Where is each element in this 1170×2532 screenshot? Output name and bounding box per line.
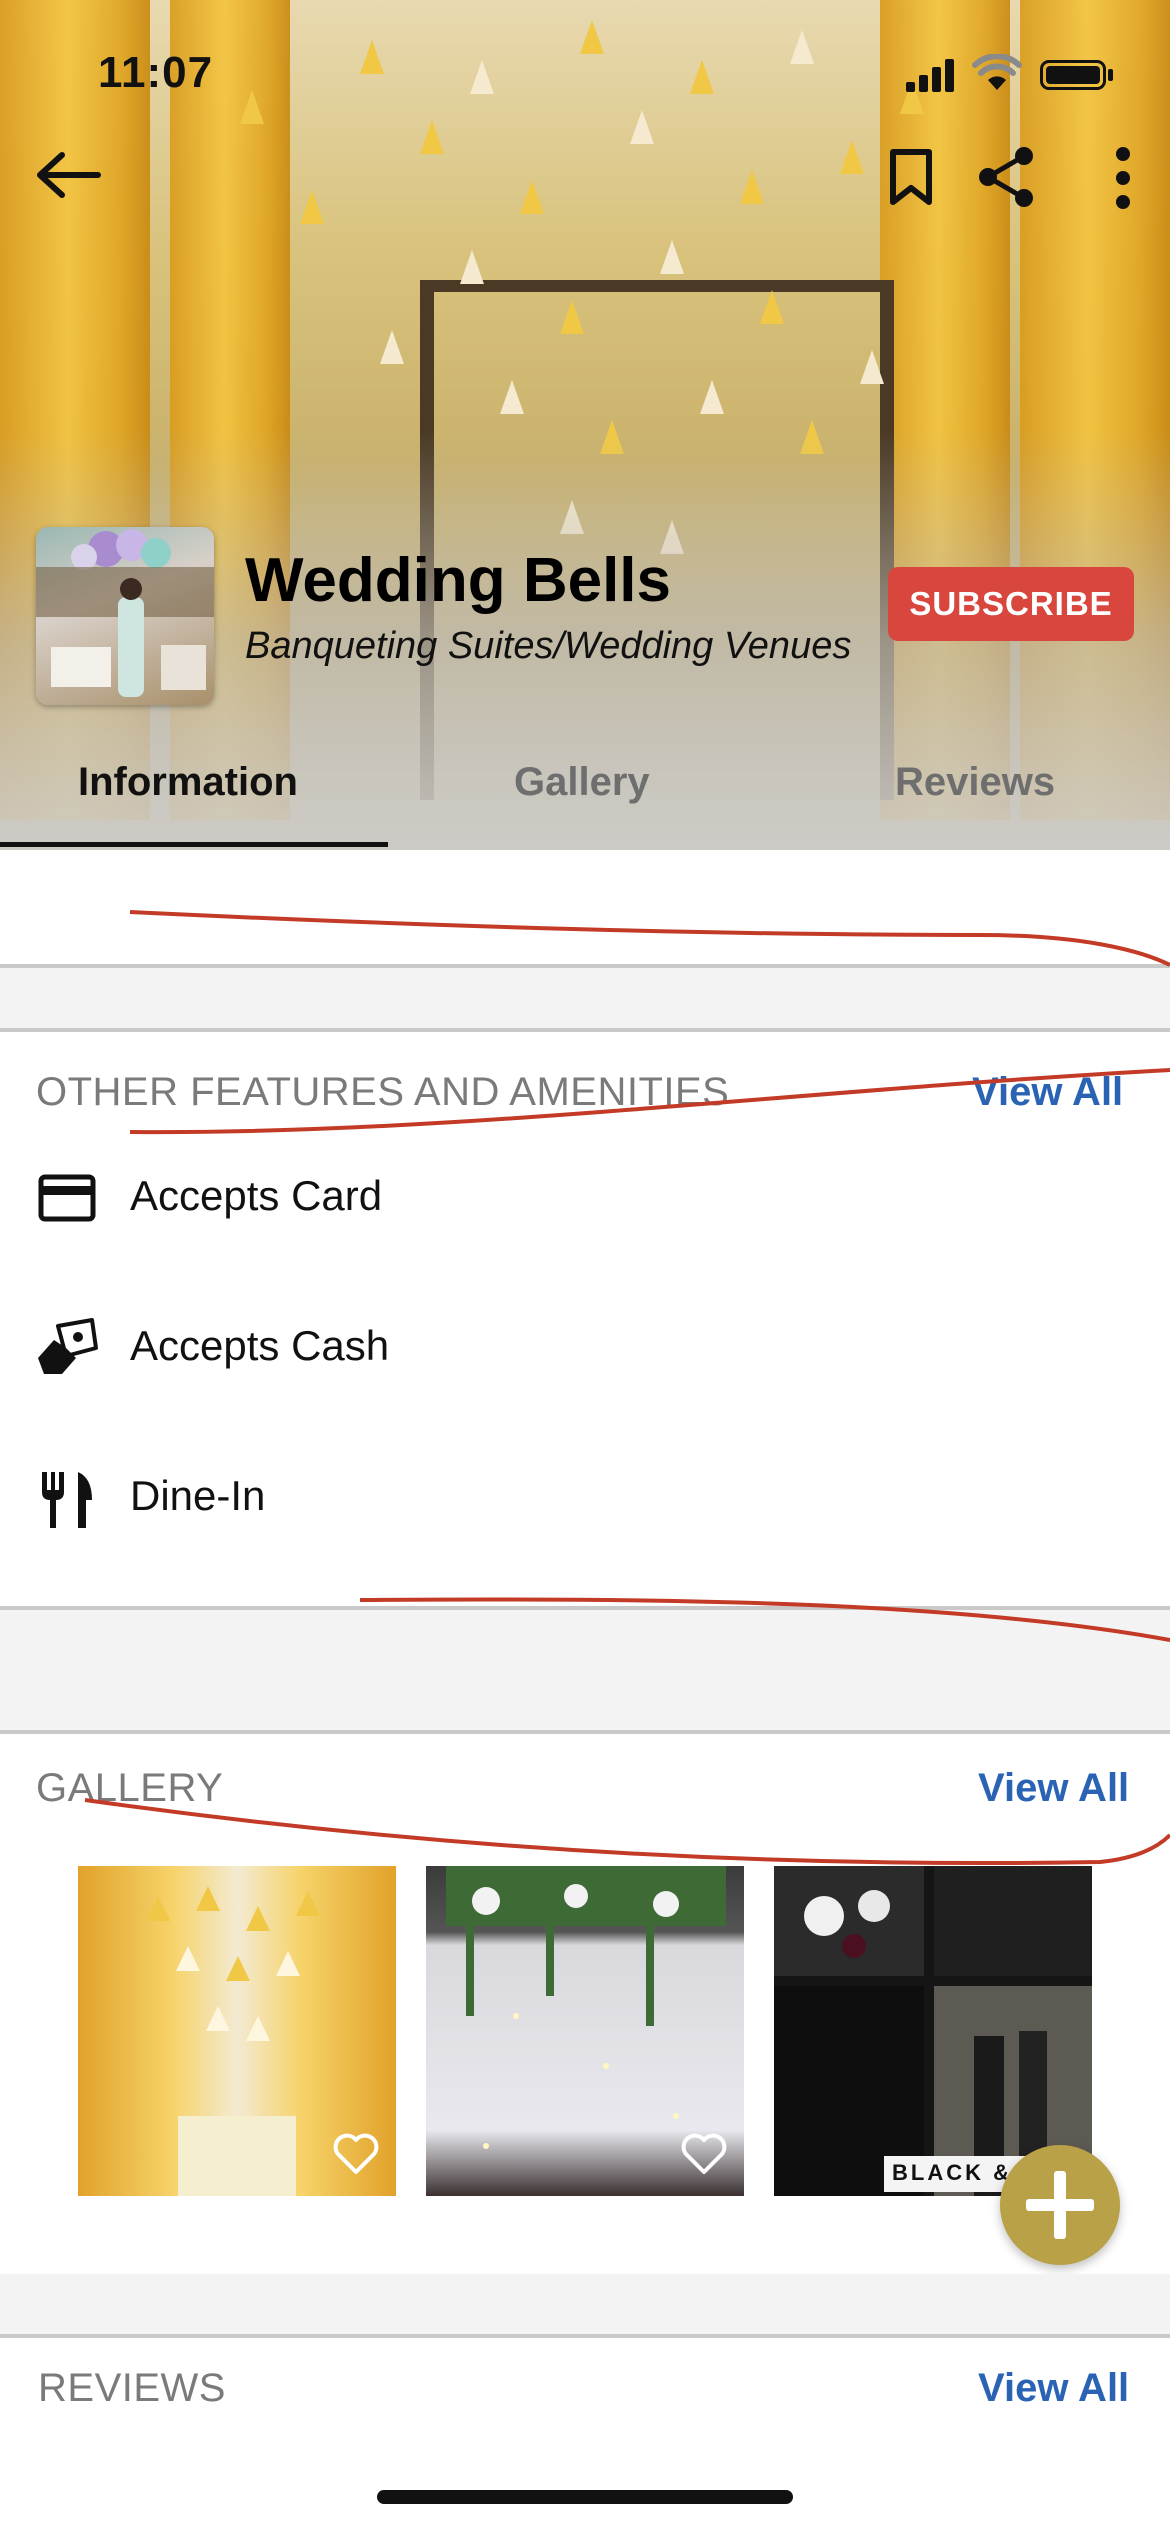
- annotation-strokes: [84, 910, 1170, 1866]
- home-indicator[interactable]: [377, 2490, 793, 2504]
